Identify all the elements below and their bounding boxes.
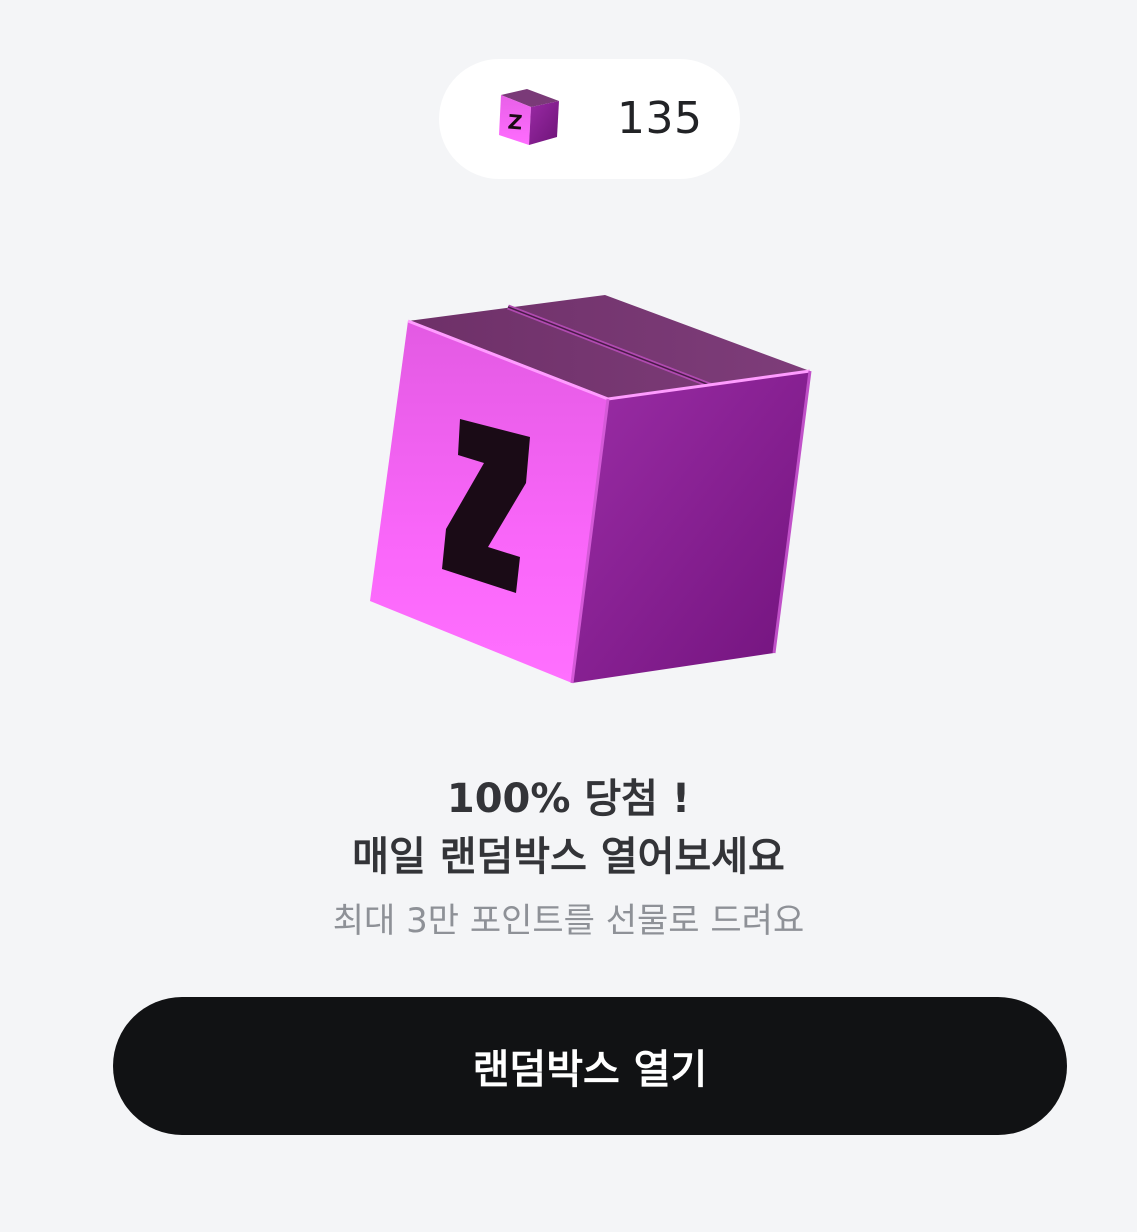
promo-subtext: 최대 3만 포인트를 선물로 드려요	[332, 901, 805, 941]
open-random-box-button[interactable]: 랜덤박스 열기	[113, 997, 1067, 1135]
points-count: 135	[617, 93, 703, 144]
points-counter: Z 135	[439, 59, 740, 179]
svg-text:Z: Z	[507, 109, 524, 134]
z-random-box-icon	[370, 295, 812, 684]
promo-headline-line2: 매일 랜덤박스 열어보세요	[352, 834, 785, 880]
z-box-icon: Z	[499, 89, 559, 145]
promo-headline-line1: 100% 당첨 !	[446, 776, 691, 822]
